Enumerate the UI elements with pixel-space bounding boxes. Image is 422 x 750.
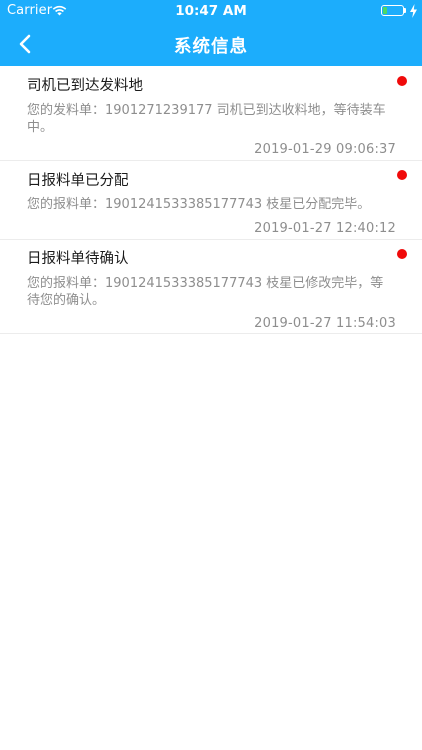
page-title: 系统信息 <box>174 37 248 57</box>
unread-dot <box>397 249 407 259</box>
navigation-bar: 系统信息 <box>0 22 422 66</box>
message-time: 2019-01-27 12:40:12 <box>254 221 396 236</box>
message-item[interactable]: 日报料单待确认 您的报料单：1901241533385177743 枝星已修改完… <box>0 240 422 334</box>
message-item[interactable]: 日报料单已分配 您的报料单：1901241533385177743 枝星已分配完… <box>0 161 422 240</box>
message-item[interactable]: 司机已到达发料地 您的发料单：1901271239177 司机已到达收料地，等待… <box>0 66 422 161</box>
message-time: 2019-01-29 09:06:37 <box>254 142 396 157</box>
charging-bolt-icon <box>410 4 417 18</box>
unread-dot <box>397 76 407 86</box>
message-body: 您的报料单：1901241533385177743 枝星已修改完毕，等待您的确认… <box>27 276 384 308</box>
battery-level <box>383 7 387 14</box>
message-body: 您的报料单：1901241533385177743 枝星已分配完毕。 <box>27 197 371 212</box>
status-bar: Carrier 10:47 AM <box>0 0 422 22</box>
message-time: 2019-01-27 11:54:03 <box>254 316 396 331</box>
message-body: 您的发料单：1901271239177 司机已到达收料地，等待装车中。 <box>27 103 386 135</box>
unread-dot <box>397 170 407 180</box>
message-title: 司机已到达发料地 <box>27 78 143 94</box>
message-title: 日报料单已分配 <box>27 173 129 189</box>
message-list: 司机已到达发料地 您的发料单：1901271239177 司机已到达收料地，等待… <box>0 66 422 334</box>
message-title: 日报料单待确认 <box>27 251 129 267</box>
battery-cap <box>404 8 406 13</box>
clock: 10:47 AM <box>175 3 247 19</box>
header-bar: Carrier 10:47 AM 系统信息 <box>0 0 422 66</box>
battery-icon <box>381 5 404 16</box>
